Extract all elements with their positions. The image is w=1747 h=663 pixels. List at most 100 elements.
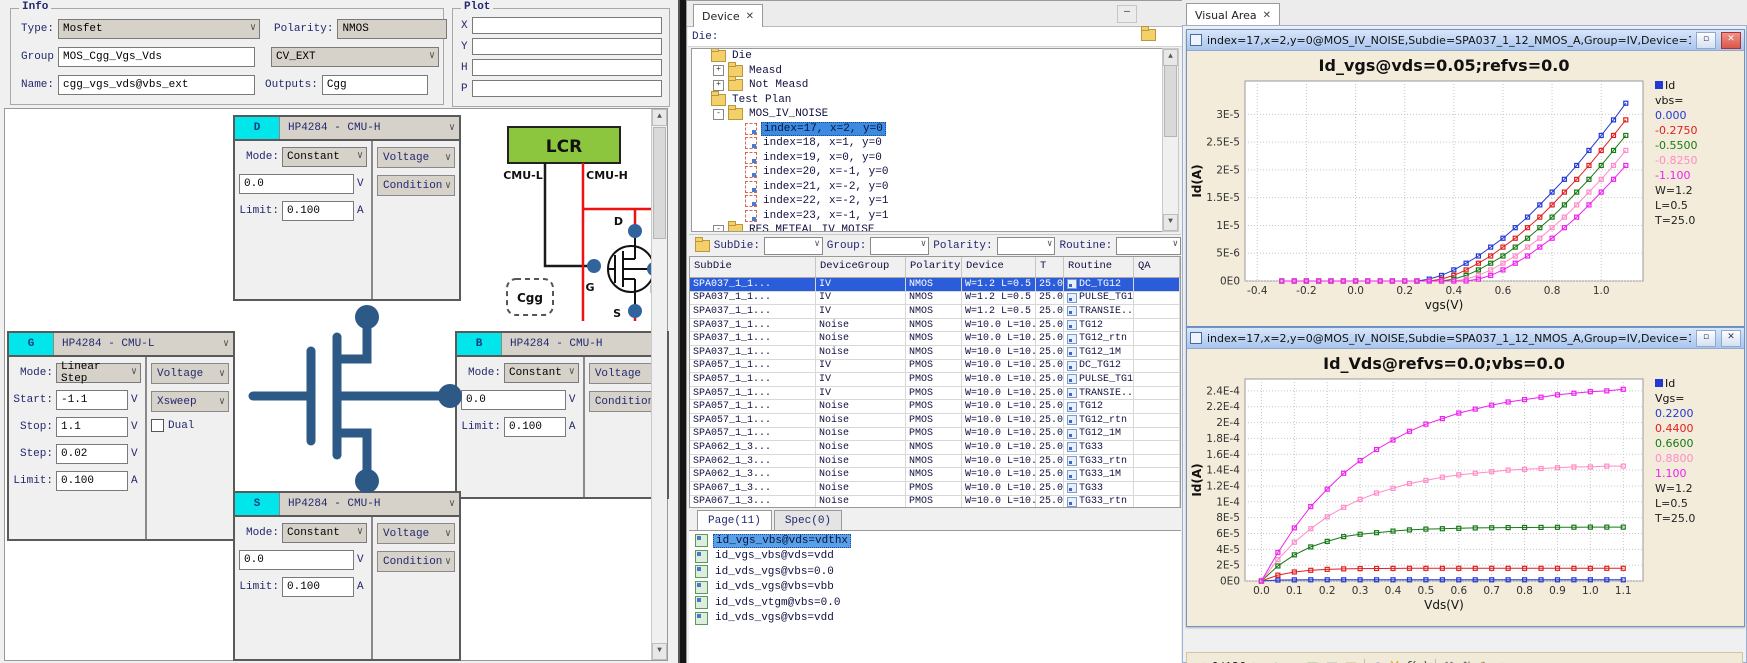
terminal-b-instrument-select[interactable]: HP4284 - CMU-H bbox=[501, 333, 667, 355]
filter-group-select[interactable] bbox=[870, 237, 929, 255]
tree-scrollbar[interactable]: ▲ ▼ bbox=[1162, 48, 1179, 232]
outputs-input[interactable]: Cgg bbox=[322, 75, 428, 95]
gate-node[interactable] bbox=[587, 259, 601, 273]
table-row[interactable]: SPA057_1_1...NoisePMOSW=10.0 L=10.025.0T… bbox=[690, 400, 1180, 414]
close-icon[interactable]: ✕ bbox=[1721, 32, 1741, 49]
tab-visual-area[interactable]: Visual Area ✕ bbox=[1186, 3, 1280, 26]
page-item[interactable]: id_vds_vgs@vbs=0.0 bbox=[689, 564, 1181, 580]
tree-item[interactable]: index=19, x=0, y=0 bbox=[692, 151, 1162, 166]
table-row[interactable]: SPA037_1_1...NoiseNMOSW=10.0 L=10.025.0T… bbox=[690, 319, 1180, 333]
table-column-header[interactable]: Polarity bbox=[906, 257, 962, 277]
group-input[interactable]: MOS_Cgg_Vgs_Vds bbox=[58, 47, 255, 67]
s-value-input[interactable]: 0.0 bbox=[239, 550, 354, 570]
table-column-header[interactable]: T bbox=[1036, 257, 1064, 277]
s-voltage-select[interactable]: Voltage bbox=[377, 523, 455, 544]
table-row[interactable]: SPA057_1_1...IVPMOSW=10.0 L=10.025.0DC_T… bbox=[690, 360, 1180, 374]
table-row[interactable]: SPA037_1_1...IVNMOSW=1.2 L=0.525.0DC_TG1… bbox=[690, 278, 1180, 292]
s-condition-select[interactable]: Condition bbox=[377, 551, 455, 572]
tree-item[interactable]: index=20, x=-1, y=0 bbox=[692, 165, 1162, 180]
table-row[interactable]: SPA057_1_1...IVPMOSW=10.0 L=10.025.0TRAN… bbox=[690, 387, 1180, 401]
chart-window-2-titlebar[interactable]: index=17,x=2,y=0@MOS_IV_NOISE,Subdie=SPA… bbox=[1187, 328, 1744, 349]
tree-item[interactable]: index=23, x=-1, y=1 bbox=[692, 209, 1162, 224]
tab-page[interactable]: Page(11) bbox=[697, 510, 772, 530]
minimize-button[interactable]: — bbox=[1117, 5, 1137, 23]
g-limit-input[interactable]: 0.100 bbox=[56, 471, 128, 491]
d-mode-select[interactable]: Constant bbox=[282, 147, 367, 167]
source-node[interactable] bbox=[628, 304, 642, 318]
d-limit-input[interactable]: 0.100 bbox=[282, 201, 354, 221]
d-value-input[interactable]: 0.0 bbox=[239, 174, 354, 194]
table-row[interactable]: SPA067_1_3...NoisePMOSW=10.0 L=10.025.0T… bbox=[690, 482, 1180, 496]
canvas-scrollbar[interactable]: ▲ ▼ bbox=[651, 109, 667, 660]
canvas-scrollbar-thumb[interactable] bbox=[653, 127, 666, 239]
mosfet-source-dot[interactable] bbox=[355, 469, 379, 493]
page-item[interactable]: id_vds_vgs@vbs=vdd bbox=[689, 611, 1181, 627]
drain-node[interactable] bbox=[628, 224, 642, 238]
tab-spec[interactable]: Spec(0) bbox=[774, 510, 842, 530]
plot-h-input[interactable] bbox=[472, 59, 662, 76]
tree-item[interactable]: index=18, x=1, y=0 bbox=[692, 136, 1162, 151]
cv-select[interactable]: CV_EXT bbox=[271, 47, 439, 67]
mosfet-drain-dot[interactable] bbox=[355, 305, 379, 329]
close-icon[interactable]: ✕ bbox=[746, 11, 754, 22]
table-row[interactable]: SPA062_1_3...NoiseNMOSW=10.0 L=10.025.0T… bbox=[690, 468, 1180, 482]
tree-item[interactable]: index=21, x=-2, y=0 bbox=[692, 180, 1162, 195]
g-start-input[interactable]: -1.1 bbox=[56, 390, 128, 410]
tree-item[interactable]: Test Plan bbox=[692, 93, 1162, 108]
add-folder-button[interactable] bbox=[1141, 29, 1156, 45]
table-column-header[interactable]: Routine bbox=[1064, 257, 1134, 277]
table-row[interactable]: SPA037_1_1...IVNMOSW=1.2 L=0.525.0TRANSI… bbox=[690, 305, 1180, 319]
g-step-input[interactable]: 0.02 bbox=[56, 444, 128, 464]
table-row[interactable]: SPA062_1_3...NoiseNMOSW=10.0 L=10.025.0T… bbox=[690, 455, 1180, 469]
filter-subdie-select[interactable] bbox=[764, 237, 823, 255]
terminal-d-instrument-select[interactable]: HP4284 - CMU-H bbox=[279, 117, 459, 139]
plot-x-input[interactable] bbox=[472, 17, 662, 34]
chart-window-1-titlebar[interactable]: index=17,x=2,y=0@MOS_IV_NOISE,Subdie=SPA… bbox=[1187, 30, 1744, 51]
name-input[interactable]: cgg_vgs_vds@vbs_ext bbox=[58, 75, 255, 95]
tree-expand-toggle[interactable]: - bbox=[713, 109, 724, 120]
tree-expand-toggle[interactable]: + bbox=[713, 65, 724, 76]
table-row[interactable]: SPA057_1_1...NoisePMOSW=10.0 L=10.025.0T… bbox=[690, 428, 1180, 442]
table-row[interactable]: SPA067_1_3...NoisePMOSW=10.0 L=10.025.0T… bbox=[690, 496, 1180, 509]
table-row[interactable]: SPA037_1_1...NoiseNMOSW=10.0 L=10.025.0T… bbox=[690, 346, 1180, 360]
b-value-input[interactable]: 0.0 bbox=[461, 390, 566, 410]
tree-expand-toggle[interactable]: + bbox=[713, 80, 724, 91]
g-mode-select[interactable]: Linear Step bbox=[56, 363, 141, 383]
table-row[interactable]: SPA037_1_1...NoiseNMOSW=10.0 L=10.025.0T… bbox=[690, 332, 1180, 346]
s-limit-input[interactable]: 0.100 bbox=[282, 577, 354, 597]
page-item[interactable]: id_vds_vtgm@vbs=0.0 bbox=[689, 595, 1181, 611]
table-row[interactable]: SPA057_1_1...NoisePMOSW=10.0 L=10.025.0T… bbox=[690, 414, 1180, 428]
table-column-header[interactable]: SubDie bbox=[690, 257, 816, 277]
s-mode-select[interactable]: Constant bbox=[282, 523, 367, 543]
g-stop-input[interactable]: 1.1 bbox=[56, 417, 128, 437]
scroll-down-icon[interactable]: ▼ bbox=[652, 643, 667, 660]
plot-y-input[interactable] bbox=[472, 38, 662, 55]
table-column-header[interactable]: DeviceGroup bbox=[816, 257, 906, 277]
g-voltage-select[interactable]: Voltage bbox=[151, 363, 229, 384]
table-column-header[interactable]: QA bbox=[1134, 257, 1180, 277]
close-icon[interactable]: ✕ bbox=[1263, 10, 1271, 21]
table-column-header[interactable]: Device bbox=[962, 257, 1036, 277]
tree-item[interactable]: index=22, x=-2, y=1 bbox=[692, 194, 1162, 209]
tree-item[interactable]: +Measd bbox=[692, 64, 1162, 79]
tree-item[interactable]: -MOS_IV_NOISE bbox=[692, 107, 1162, 122]
filter-routine-select[interactable] bbox=[1116, 237, 1181, 255]
table-row[interactable]: SPA037_1_1...IVNMOSW=1.2 L=0.525.0PULSE_… bbox=[690, 292, 1180, 306]
filter-polarity-select[interactable] bbox=[997, 237, 1056, 255]
restore-icon[interactable]: ▫ bbox=[1696, 330, 1716, 347]
terminal-g-instrument-select[interactable]: HP4284 - CMU-L bbox=[53, 333, 233, 355]
table-row[interactable]: SPA062_1_3...NoiseNMOSW=10.0 L=10.025.0T… bbox=[690, 441, 1180, 455]
g-xsweep-select[interactable]: Xsweep bbox=[151, 391, 229, 412]
d-condition-select[interactable]: Condition bbox=[377, 175, 455, 196]
type-select[interactable]: Mosfet bbox=[58, 19, 260, 39]
tab-device[interactable]: Device ✕ bbox=[693, 4, 763, 27]
table-row[interactable]: SPA057_1_1...IVPMOSW=10.0 L=10.025.0PULS… bbox=[690, 373, 1180, 387]
restore-icon[interactable]: ▫ bbox=[1696, 32, 1716, 49]
tree-item[interactable]: +Not Measd bbox=[692, 78, 1162, 93]
tree-item[interactable]: -RES_METEAL_IV_MOISE bbox=[692, 223, 1162, 232]
tree-expand-toggle[interactable]: - bbox=[713, 225, 724, 232]
tree-item[interactable]: Die bbox=[692, 49, 1162, 64]
tree-scroll-down-icon[interactable]: ▼ bbox=[1163, 214, 1178, 231]
page-item[interactable]: id_vds_vgs@vbs=vbb bbox=[689, 580, 1181, 596]
b-mode-select[interactable]: Constant bbox=[504, 363, 579, 383]
